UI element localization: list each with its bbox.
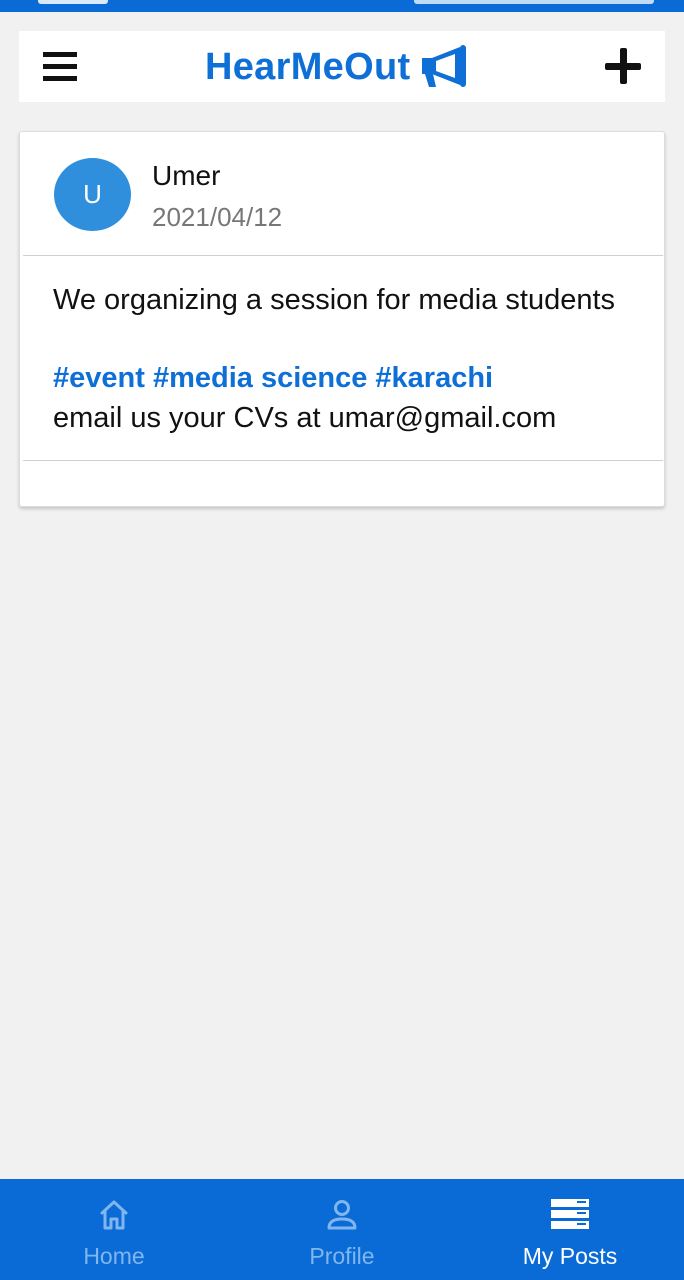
nav-home-label: Home [83, 1243, 145, 1269]
hamburger-menu-icon[interactable] [43, 52, 77, 82]
app-bar: HearMeOut [19, 31, 665, 102]
posts-icon [551, 1199, 589, 1229]
divider [23, 460, 663, 461]
nav-my-posts[interactable]: My Posts [456, 1179, 684, 1280]
post-card: U Umer 2021/04/12 We organizing a sessio… [19, 131, 665, 507]
post-date: 2021/04/12 [152, 202, 283, 232]
nav-profile-label: Profile [309, 1243, 375, 1269]
nav-profile[interactable]: Profile [228, 1179, 456, 1280]
add-post-button[interactable] [605, 48, 643, 86]
nav-home[interactable]: Home [0, 1179, 228, 1280]
post-email-line: email us your CVs at umar@gmail.com [53, 402, 557, 434]
avatar[interactable]: U [54, 158, 131, 231]
status-icons [414, 0, 654, 4]
post-author[interactable]: Umer [152, 160, 220, 192]
divider [23, 255, 663, 256]
profile-icon [327, 1200, 357, 1230]
status-time [38, 0, 108, 4]
nav-my-posts-label: My Posts [522, 1243, 618, 1269]
post-hashtags[interactable]: #event #media science #karachi [53, 360, 493, 396]
post-body: We organizing a session for media studen… [53, 284, 616, 316]
status-bar [0, 0, 684, 12]
app-title: HearMeOut [205, 45, 411, 88]
bottom-nav: Home Profile My Posts [0, 1179, 684, 1280]
app-brand: HearMeOut [205, 45, 470, 89]
home-icon [100, 1200, 128, 1230]
megaphone-icon [422, 45, 467, 87]
